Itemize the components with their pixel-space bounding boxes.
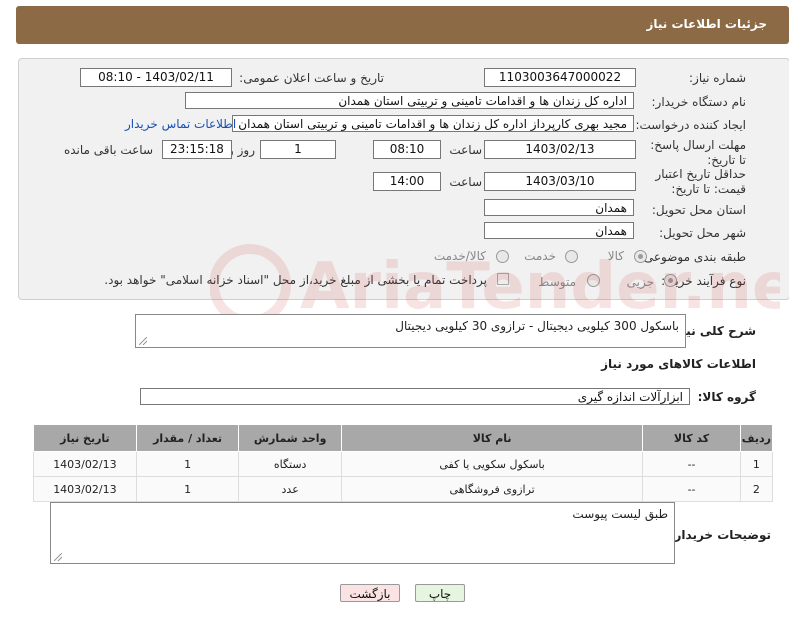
cell-unit: عدد [238, 476, 342, 502]
cell-need-date: 1403/02/13 [33, 476, 137, 502]
process-option-medium: متوسط [538, 275, 576, 289]
payment-note: پرداخت تمام یا بخشی از مبلغ خرید،از محل … [104, 273, 487, 287]
cell-unit: دستگاه [238, 451, 342, 477]
process-radio-minor[interactable] [664, 274, 677, 287]
deadline-time-label: ساعت [449, 143, 482, 157]
buyer-notes-label: توضیحات خریدار: [669, 528, 771, 542]
goods-group-label: گروه کالا: [697, 390, 756, 404]
goods-table: ردیف کد کالا نام کالا واحد شمارش تعداد /… [33, 424, 774, 502]
category-option-goods-service: کالا/خدمت [433, 249, 486, 263]
buyer-label: نام دستگاه خریدار: [651, 95, 747, 109]
need-number-field: 1103003647000022 [484, 68, 636, 87]
validity-time-label: ساعت [449, 175, 482, 189]
page-header: جزئیات اطلاعات نیاز [16, 6, 789, 44]
days-label: روز و [228, 143, 255, 157]
validity-date-field: 1403/03/10 [484, 172, 636, 191]
cell-item-code: -- [642, 476, 741, 502]
table-header-row: ردیف کد کالا نام کالا واحد شمارش تعداد /… [33, 424, 774, 452]
deadline-label: مهلت ارسال پاسخ: تا تاریخ: [650, 138, 746, 167]
cell-item-code: -- [642, 451, 741, 477]
validity-label: حداقل تاریخ اعتبار قیمت: تا تاریخ: [655, 167, 746, 196]
province-label: استان محل تحویل: [651, 203, 746, 217]
validity-time-field: 14:00 [373, 172, 441, 191]
page-title: جزئیات اطلاعات نیاز [646, 17, 767, 31]
cell-row-number: 2 [739, 476, 774, 502]
resize-grip-icon[interactable] [139, 337, 147, 345]
buyer-notes-field[interactable]: طبق لیست پیوست [50, 502, 675, 564]
summary-field[interactable]: باسکول 300 کیلویی دیجیتال - ترازوی 30 کی… [135, 314, 686, 348]
creator-label: ایجاد کننده درخواست: [635, 118, 746, 132]
category-option-goods: کالا [607, 249, 624, 263]
creator-field: مجید بهری کارپرداز اداره کل زندان ها و ا… [232, 115, 634, 132]
table-row: 2 -- ترازوی فروشگاهی عدد 1 1403/02/13 [33, 476, 774, 502]
category-radio-goods[interactable] [634, 250, 647, 263]
announce-field: 1403/02/11 - 08:10 [80, 68, 232, 87]
category-radio-service[interactable] [565, 250, 578, 263]
back-button[interactable]: بازگشت [340, 584, 400, 602]
resize-grip-icon[interactable] [54, 553, 62, 561]
table-row: 1 -- باسکول سکویی یا کفی دستگاه 1 1403/0… [33, 451, 774, 477]
buyer-field: اداره کل زندان ها و اقدامات تامینی و ترب… [185, 92, 634, 109]
buyer-notes-text: طبق لیست پیوست [572, 507, 668, 521]
category-radio-goods-service[interactable] [496, 250, 509, 263]
process-radio-medium[interactable] [587, 274, 600, 287]
deadline-time-field: 08:10 [373, 140, 441, 159]
need-number-label: شماره نیاز: [689, 71, 746, 85]
category-label: طبقه بندی موضوعی: [639, 250, 746, 264]
col-row-number: ردیف [739, 424, 774, 452]
deadline-date-field: 1403/02/13 [484, 140, 636, 159]
print-button[interactable]: چاپ [415, 584, 465, 602]
goods-section-title: اطلاعات کالاهای مورد نیاز [601, 357, 756, 371]
cell-need-date: 1403/02/13 [33, 451, 137, 477]
cell-item-name: باسکول سکویی یا کفی [340, 451, 644, 477]
cell-row-number: 1 [739, 451, 774, 477]
province-field: همدان [484, 199, 634, 216]
col-unit: واحد شمارش [238, 424, 342, 452]
city-field: همدان [484, 222, 634, 239]
col-item-name: نام کالا [340, 424, 644, 452]
announce-label: تاریخ و ساعت اعلان عمومی: [239, 71, 384, 85]
summary-text: باسکول 300 کیلویی دیجیتال - ترازوی 30 کی… [395, 319, 679, 333]
remaining-time-field: 23:15:18 [162, 140, 232, 159]
cell-item-name: ترازوی فروشگاهی [340, 476, 644, 502]
treasury-payment-checkbox[interactable] [497, 273, 509, 285]
col-need-date: تاریخ نیاز [33, 424, 137, 452]
category-option-service: خدمت [524, 249, 556, 263]
days-field: 1 [260, 140, 336, 159]
city-label: شهر محل تحویل: [659, 226, 746, 240]
col-quantity: تعداد / مقدار [135, 424, 240, 452]
goods-group-field: ابزارآلات اندازه گیری [140, 388, 690, 405]
cell-quantity: 1 [135, 476, 240, 502]
col-item-code: کد کالا [642, 424, 741, 452]
cell-quantity: 1 [135, 451, 240, 477]
process-option-minor: جزیی [626, 275, 654, 289]
contact-buyer-link[interactable]: اطلاعات تماس خریدار [125, 117, 236, 131]
remaining-label: ساعت باقی مانده [63, 143, 153, 157]
